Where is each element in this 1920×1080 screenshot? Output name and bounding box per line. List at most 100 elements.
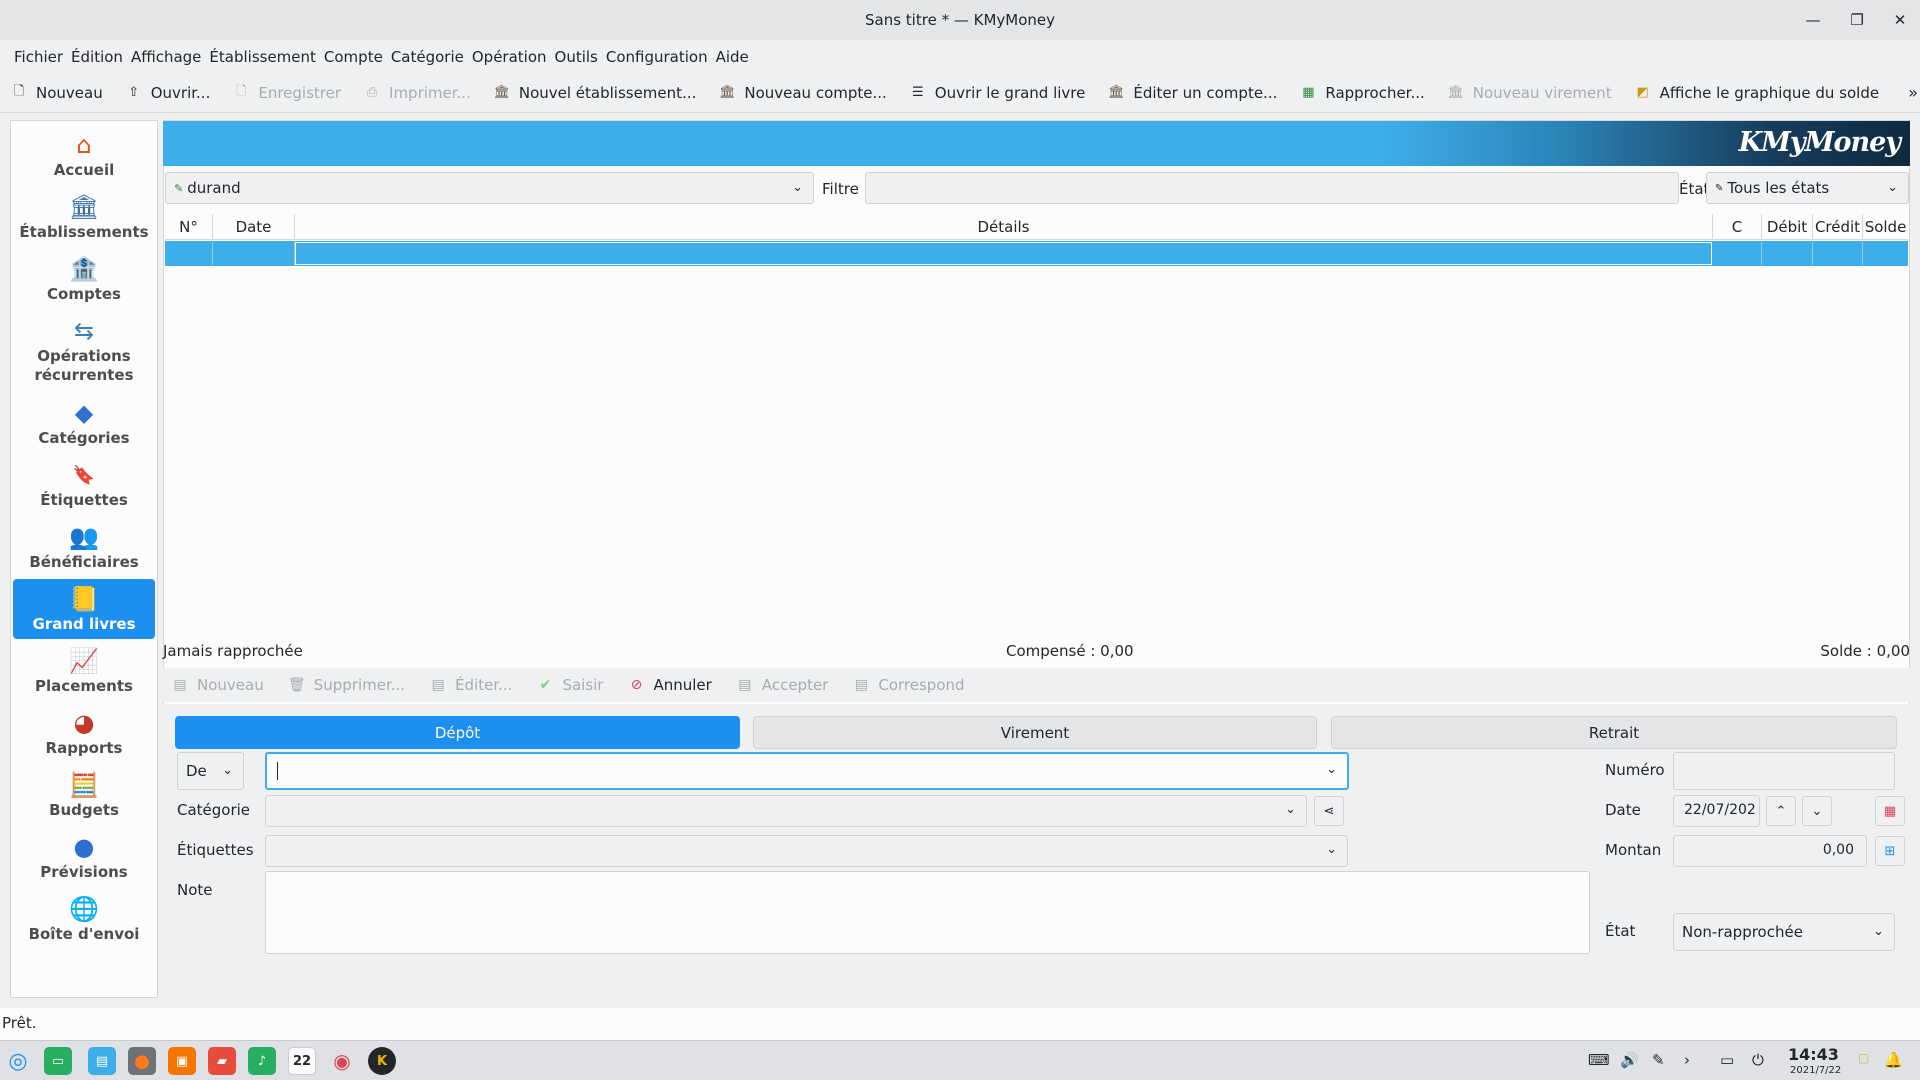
clock-time[interactable]: 14:43 xyxy=(1788,1045,1839,1064)
menu-configuration[interactable]: Configuration xyxy=(602,48,712,66)
calendar-app-icon[interactable]: 22 xyxy=(288,1047,316,1075)
restore-icon[interactable]: ❐ xyxy=(1845,8,1869,32)
account-selector[interactable]: ✎ durand ⌄ xyxy=(165,172,814,204)
menu-affichage[interactable]: Affichage xyxy=(127,48,205,66)
date-input[interactable]: 22/07/202 xyxy=(1673,795,1760,827)
new-file-icon: 🗋 xyxy=(13,83,25,99)
tools-icon[interactable]: ✎ xyxy=(1652,1051,1665,1069)
sidebar-item-rapports[interactable]: ◕ Rapports xyxy=(13,703,155,763)
power-icon[interactable]: ⏻ xyxy=(1752,1051,1764,1069)
reconcile-state-select[interactable]: Non-rapprochée ⌄ xyxy=(1673,913,1895,951)
edit-action[interactable]: ▤ Éditer... xyxy=(429,676,512,694)
cancel-action[interactable]: ⊘ Annuler xyxy=(627,676,712,694)
sidebar-item-label: Catégories xyxy=(38,429,130,447)
transaction-action-bar: ▤ Nouveau 🗑 Supprimer... ▤ Éditer... ✔ Saisi… xyxy=(163,668,1910,702)
file-manager-icon[interactable]: ▤ xyxy=(88,1047,116,1075)
store-icon[interactable]: ▣ xyxy=(168,1047,196,1075)
accept-action[interactable]: ▤ Accepter xyxy=(736,676,828,694)
sidebar-item-etablissements[interactable]: 🏛 Établissements xyxy=(13,187,155,247)
calculator-button[interactable]: ⊞ xyxy=(1875,836,1905,866)
keyboard-icon[interactable]: ⌨ xyxy=(1588,1051,1610,1069)
amount-input[interactable]: 0,00 xyxy=(1673,835,1867,867)
note-textarea[interactable] xyxy=(265,871,1590,954)
reconcile-button[interactable]: ▦ Rapprocher... xyxy=(1299,84,1425,102)
menu-fichier[interactable]: Fichier xyxy=(10,48,67,66)
sidebar-item-categories[interactable]: ◆ Catégories xyxy=(13,393,155,453)
filter-input[interactable] xyxy=(865,172,1679,204)
open-ledger-button[interactable]: ☰ Ouvrir le grand livre xyxy=(909,84,1085,102)
balance-chart-button[interactable]: ◩ Affiche le graphique du solde xyxy=(1634,84,1879,102)
payee-direction-select[interactable]: De ⌄ xyxy=(177,752,244,790)
category-input[interactable]: ⌄ xyxy=(265,795,1307,827)
print-label: Imprimer... xyxy=(389,83,471,102)
sidebar-item-comptes[interactable]: 🏦 Comptes xyxy=(13,249,155,309)
menu-operation[interactable]: Opération xyxy=(468,48,551,66)
match-action[interactable]: ▤ Correspond xyxy=(852,676,965,694)
new-transaction-action[interactable]: ▤ Nouveau xyxy=(171,676,263,694)
sidebar-item-budgets[interactable]: 🧮 Budgets xyxy=(13,765,155,825)
kmymoney-task-icon[interactable]: K xyxy=(368,1047,396,1075)
delete-action[interactable]: 🗑 Supprimer... xyxy=(288,676,405,694)
date-label: Date xyxy=(1605,801,1641,819)
menu-edition[interactable]: Édition xyxy=(67,48,127,66)
menu-etablissement[interactable]: Établissement xyxy=(205,48,320,66)
sidebar-item-etiquettes[interactable]: 🔖 Étiquettes xyxy=(13,455,155,515)
date-decrement-button[interactable]: ⌄ xyxy=(1802,796,1832,826)
split-button[interactable]: ⋖ xyxy=(1314,796,1344,826)
sidebar-item-accueil[interactable]: ⌂ Accueil xyxy=(13,125,155,185)
photos-icon[interactable]: ▰ xyxy=(208,1047,236,1075)
column-header-details[interactable]: Détails xyxy=(295,218,1712,236)
column-header-debit[interactable]: Débit xyxy=(1762,218,1812,236)
new-file-button[interactable]: 🗋 Nouveau xyxy=(10,84,103,102)
tab-retrait[interactable]: Retrait xyxy=(1331,716,1897,749)
settings-app-icon[interactable]: ◉ xyxy=(328,1047,356,1075)
column-header-cleared[interactable]: C xyxy=(1713,218,1761,236)
table-row[interactable] xyxy=(165,241,1908,266)
column-header-balance[interactable]: Solde xyxy=(1863,218,1908,236)
new-account-button[interactable]: 🏛 Nouveau compte... xyxy=(718,84,887,102)
toolbar-overflow-icon[interactable]: » xyxy=(1908,83,1918,102)
column-header-date[interactable]: Date xyxy=(213,218,294,236)
minimize-icon[interactable]: — xyxy=(1801,8,1825,32)
column-header-credit[interactable]: Crédit xyxy=(1813,218,1862,236)
calendar-button[interactable]: ▦ xyxy=(1875,796,1905,826)
sidebar-item-operations-recurrentes[interactable]: ⇆ Opérations récurrentes xyxy=(13,311,155,389)
chevron-right-icon[interactable]: › xyxy=(1684,1051,1690,1069)
menu-aide[interactable]: Aide xyxy=(712,48,753,66)
clipboard-icon[interactable]: ▢ xyxy=(1858,1051,1869,1065)
app-launcher-icon[interactable]: ◎ xyxy=(4,1047,32,1075)
enter-action[interactable]: ✔ Saisir xyxy=(536,676,604,694)
column-header-number[interactable]: N° xyxy=(165,218,212,236)
tab-depot[interactable]: Dépôt xyxy=(175,716,740,749)
menu-outils[interactable]: Outils xyxy=(551,48,602,66)
state-filter-select[interactable]: ✎ Tous les états ⌄ xyxy=(1706,172,1909,204)
sidebar-item-beneficiaires[interactable]: 👥 Bénéficiaires xyxy=(13,517,155,577)
sidebar-item-boite-envoi[interactable]: 🌐 Boîte d'envoi xyxy=(13,889,155,949)
number-input[interactable] xyxy=(1673,752,1895,790)
volume-icon[interactable]: 🔊 xyxy=(1620,1051,1639,1069)
menu-categorie[interactable]: Catégorie xyxy=(387,48,468,66)
sidebar-item-previsions[interactable]: ● Prévisions xyxy=(13,827,155,887)
new-institution-button[interactable]: 🏛 Nouvel établissement... xyxy=(493,84,697,102)
open-file-button[interactable]: ⇧ Ouvrir... xyxy=(125,84,210,102)
music-icon[interactable]: ♪ xyxy=(248,1047,276,1075)
menu-compte[interactable]: Compte xyxy=(320,48,387,66)
sidebar-item-placements[interactable]: 📈 Placements xyxy=(13,641,155,701)
sidebar-item-grand-livres[interactable]: 📒 Grand livres xyxy=(13,579,155,639)
edit-account-button[interactable]: 🏛 Éditer un compte... xyxy=(1107,84,1277,102)
sidebar-item-label: Comptes xyxy=(47,285,121,303)
battery-icon[interactable]: ▭ xyxy=(1720,1051,1734,1069)
reconcile-status: Jamais rapprochée xyxy=(163,642,303,660)
save-button[interactable]: 🗋 Enregistrer xyxy=(232,84,341,102)
date-increment-button[interactable]: ⌃ xyxy=(1766,796,1796,826)
notifications-icon[interactable]: 🔔 xyxy=(1884,1051,1903,1069)
close-icon[interactable]: ✕ xyxy=(1888,8,1912,32)
firefox-icon[interactable]: ● xyxy=(128,1047,156,1075)
terminal-icon[interactable]: ▭ xyxy=(44,1047,72,1075)
new-transaction-button[interactable]: 🏛 Nouveau virement xyxy=(1447,84,1612,102)
tab-virement[interactable]: Virement xyxy=(753,716,1317,749)
tags-input[interactable]: ⌄ xyxy=(265,835,1348,867)
payee-input[interactable]: ⌄ xyxy=(265,752,1349,790)
details-cell[interactable] xyxy=(295,242,1712,265)
print-button[interactable]: ⎙ Imprimer... xyxy=(363,84,471,102)
